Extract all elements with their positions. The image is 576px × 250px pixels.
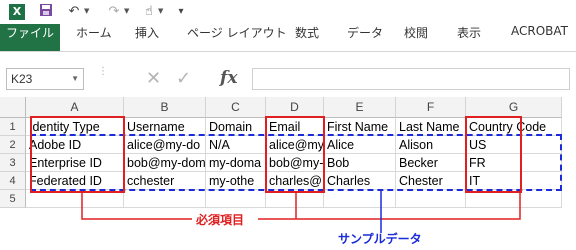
required-fields-label: 必須項目 bbox=[196, 213, 245, 227]
annotation-connectors bbox=[81, 191, 521, 233]
sample-data-label: サンプルデータ bbox=[338, 232, 422, 246]
